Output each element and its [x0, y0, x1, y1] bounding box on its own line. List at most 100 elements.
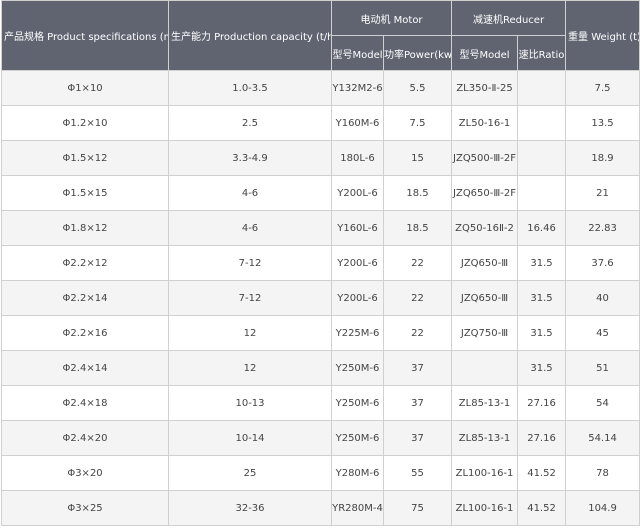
cell-spec: Φ2.4×18 [1, 385, 169, 421]
table-row: Φ2.2×14 7-12 Y200L-6 22 JZQ650-Ⅲ 31.5 40 [1, 280, 640, 316]
cell-motor-model: Y250M-6 [331, 420, 384, 456]
cell-weight: 22.83 [565, 210, 640, 246]
cell-power: 22 [382, 315, 453, 351]
cell-weight: 45 [565, 315, 640, 351]
cell-ratio: 31.5 [517, 280, 567, 316]
cell-spec: Φ1.8×12 [1, 210, 169, 246]
cell-motor-model: 180L-6 [331, 140, 384, 176]
header-motor: 电动机 Motor [330, 0, 453, 36]
cell-reducer-model: ZL350-Ⅱ-25 [451, 70, 519, 106]
cell-ratio: 31.5 [517, 350, 567, 386]
table-row: Φ1.5×15 4-6 Y200L-6 18.5 JZQ650-Ⅲ-2F 21 [1, 175, 640, 211]
table-row: Φ2.2×12 7-12 Y200L-6 22 JZQ650-Ⅲ 31.5 37.6 [1, 245, 640, 281]
cell-power: 37 [382, 420, 453, 456]
table-row: Φ2.4×18 10-13 Y250M-6 37 ZL85-13-1 27.16 54 [1, 385, 640, 421]
cell-ratio [517, 140, 567, 176]
cell-power: 37 [382, 350, 453, 386]
spec-table-container: 产品规格 Product specifications (m) 生产能力 Pro… [0, 0, 640, 529]
cell-spec: Φ2.2×14 [1, 280, 169, 316]
cell-capacity: 4-6 [168, 210, 332, 246]
cell-capacity: 3.3-4.9 [168, 140, 332, 176]
header-weight: 重量 Weight (t) [565, 0, 640, 71]
cell-motor-model: Y280M-6 [331, 455, 384, 491]
cell-spec: Φ2.2×16 [1, 315, 169, 351]
cell-capacity: 12 [168, 315, 332, 351]
cell-weight: 51 [565, 350, 640, 386]
cell-reducer-model: JZQ650-Ⅲ [451, 245, 519, 281]
cell-spec: Φ1×10 [1, 70, 169, 106]
cell-capacity: 2.5 [168, 105, 332, 141]
cell-weight: 104.9 [565, 490, 640, 526]
cell-reducer-model: ZL85-13-1 [451, 385, 519, 421]
cell-motor-model: Y200L-6 [331, 245, 384, 281]
cell-motor-model: Y225M-6 [331, 315, 384, 351]
header-row-1: 产品规格 Product specifications (m) 生产能力 Pro… [1, 0, 640, 71]
cell-reducer-model: ZL100-16-1 [451, 455, 519, 491]
product-spec-table: 产品规格 Product specifications (m) 生产能力 Pro… [1, 0, 640, 526]
cell-capacity: 10-13 [168, 385, 332, 421]
header-reducer: 减速机Reducer [451, 0, 567, 36]
cell-power: 37 [382, 385, 453, 421]
cell-ratio [517, 175, 567, 211]
cell-power: 55 [382, 455, 453, 491]
table-row: Φ2.4×20 10-14 Y250M-6 37 ZL85-13-1 27.16 54.14 [1, 420, 640, 456]
header-motor-model: 型号Model [331, 35, 384, 71]
cell-power: 5.5 [382, 70, 453, 106]
table-row: Φ3×20 25 Y280M-6 55 ZL100-16-1 41.52 78 [1, 455, 640, 491]
cell-reducer-model: JZQ650-Ⅲ-2F [451, 175, 519, 211]
cell-reducer-model: ZL100-16-1 [451, 490, 519, 526]
cell-motor-model: YR280M-4 [331, 490, 384, 526]
cell-weight: 7.5 [565, 70, 640, 106]
cell-capacity: 4-6 [168, 175, 332, 211]
cell-capacity: 25 [168, 455, 332, 491]
table-row: Φ1.2×10 2.5 Y160M-6 7.5 ZL50-16-1 13.5 [1, 105, 640, 141]
cell-weight: 78 [565, 455, 640, 491]
header-spec: 产品规格 Product specifications (m) [1, 0, 169, 71]
table-row: Φ1.5×12 3.3-4.9 180L-6 15 JZQ500-Ⅲ-2F 18.9 [1, 140, 640, 176]
cell-motor-model: Y250M-6 [331, 385, 384, 421]
cell-spec: Φ1.5×15 [1, 175, 169, 211]
cell-ratio: 31.5 [517, 245, 567, 281]
cell-spec: Φ3×25 [1, 490, 169, 526]
cell-weight: 18.9 [565, 140, 640, 176]
cell-power: 18.5 [382, 210, 453, 246]
table-row: Φ3×25 32-36 YR280M-4 75 ZL100-16-1 41.52 104.9 [1, 490, 640, 526]
cell-power: 22 [382, 280, 453, 316]
table-header: 产品规格 Product specifications (m) 生产能力 Pro… [1, 0, 640, 71]
header-reducer-ratio: 速比Ratio [517, 35, 567, 71]
cell-power: 22 [382, 245, 453, 281]
cell-reducer-model: JZQ750-Ⅲ [451, 315, 519, 351]
cell-spec: Φ3×20 [1, 455, 169, 491]
cell-power: 18.5 [382, 175, 453, 211]
table-row: Φ1×10 1.0-3.5 Y132M2-6 5.5 ZL350-Ⅱ-25 7.5 [1, 70, 640, 106]
header-reducer-model: 型号Model [451, 35, 519, 71]
cell-motor-model: Y132M2-6 [331, 70, 384, 106]
cell-weight: 54.14 [565, 420, 640, 456]
cell-capacity: 7-12 [168, 280, 332, 316]
cell-spec: Φ2.2×12 [1, 245, 169, 281]
header-capacity: 生产能力 Production capacity (t/h) [168, 0, 332, 71]
cell-power: 7.5 [382, 105, 453, 141]
cell-ratio [517, 105, 567, 141]
table-row: Φ1.8×12 4-6 Y160L-6 18.5 ZQ50-16Ⅱ-2 16.46 22.8… [1, 210, 640, 246]
cell-spec: Φ1.2×10 [1, 105, 169, 141]
cell-weight: 13.5 [565, 105, 640, 141]
cell-reducer-model: ZL85-13-1 [451, 420, 519, 456]
cell-ratio: 16.46 [517, 210, 567, 246]
cell-reducer-model: ZQ50-16Ⅱ-2 [451, 210, 519, 246]
cell-weight: 37.6 [565, 245, 640, 281]
cell-reducer-model: JZQ650-Ⅲ [451, 280, 519, 316]
cell-reducer-model [451, 350, 519, 386]
cell-power: 75 [382, 490, 453, 526]
cell-ratio: 41.52 [517, 490, 567, 526]
cell-capacity: 1.0-3.5 [168, 70, 332, 106]
cell-motor-model: Y200L-6 [331, 280, 384, 316]
cell-spec: Φ1.5×12 [1, 140, 169, 176]
header-motor-power: 功率Power(kw) [382, 35, 453, 71]
cell-weight: 54 [565, 385, 640, 421]
cell-ratio: 41.52 [517, 455, 567, 491]
table-body: Φ1×10 1.0-3.5 Y132M2-6 5.5 ZL350-Ⅱ-25 7.5 Φ1.2… [1, 70, 640, 526]
cell-spec: Φ2.4×20 [1, 420, 169, 456]
cell-spec: Φ2.4×14 [1, 350, 169, 386]
cell-reducer-model: JZQ500-Ⅲ-2F [451, 140, 519, 176]
